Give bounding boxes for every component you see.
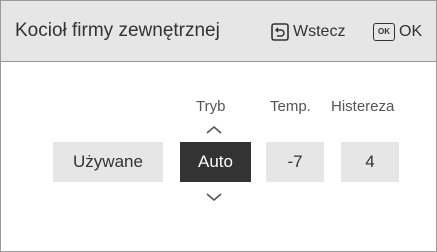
screen: Kocioł firmy zewnętrznej Wstecz OK OK Tr… [0, 0, 437, 252]
temp-value: -7 [287, 152, 303, 171]
mode-column-label: Tryb [196, 98, 226, 115]
hysteresis-column-label: Histereza [331, 98, 395, 115]
back-button[interactable]: Wstecz [271, 20, 345, 44]
header-bar: Kocioł firmy zewnętrznej Wstecz OK OK [1, 1, 436, 62]
ok-button[interactable]: OK OK [373, 20, 422, 44]
back-label: Wstecz [293, 23, 346, 40]
temp-tile[interactable]: -7 [266, 142, 324, 182]
ok-label: OK [399, 23, 423, 40]
temp-column-label: Temp. [270, 98, 311, 115]
mode-tile[interactable]: Auto [180, 142, 251, 182]
ok-icon: OK [373, 23, 395, 41]
back-arrow-icon [271, 23, 289, 41]
mode-value: Auto [198, 152, 233, 171]
hysteresis-tile[interactable]: 4 [341, 142, 399, 182]
chevron-up-icon[interactable] [205, 122, 223, 134]
status-tile[interactable]: Używane [53, 142, 163, 182]
chevron-down-icon[interactable] [205, 189, 223, 201]
status-value: Używane [73, 152, 143, 171]
hysteresis-value: 4 [365, 152, 375, 171]
page-title: Kocioł firmy zewnętrznej [15, 20, 220, 41]
